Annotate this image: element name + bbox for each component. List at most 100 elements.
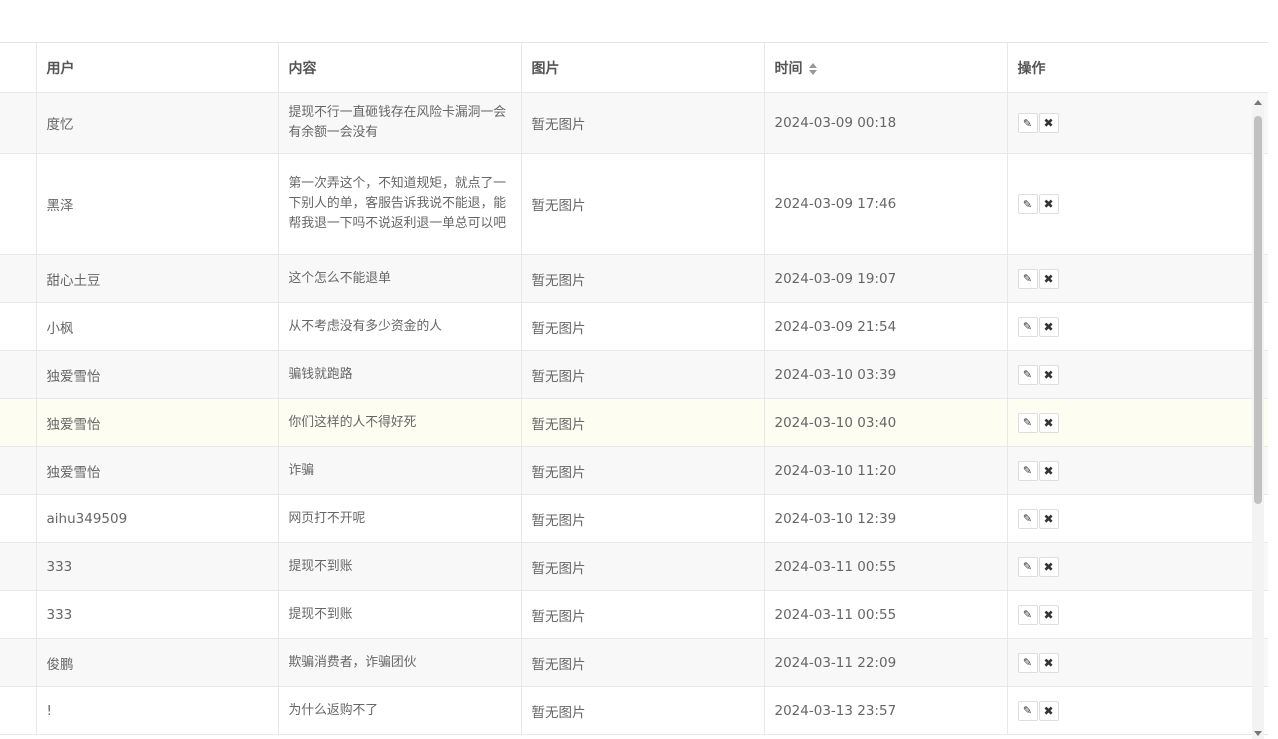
cell-user: aihu349509 (36, 494, 279, 543)
cell-content: 为什么返购不了 (278, 686, 522, 735)
sort-icon[interactable] (808, 62, 818, 76)
table-row: 俊鹏 欺骗消费者，诈骗团伙 暂无图片 2024-03-11 22:09 ✎ ✖ (0, 638, 1268, 687)
close-icon: ✖ (1043, 319, 1054, 334)
edit-button[interactable]: ✎ (1017, 268, 1038, 289)
header-user: 用户 (36, 43, 279, 93)
cell-user: 甜心土豆 (36, 254, 279, 303)
row-actions: ✎ ✖ (1017, 316, 1258, 337)
cell-content: 骗钱就跑路 (278, 350, 522, 399)
cell-content: 第一次弄这个，不知道规矩，就点了一下别人的单，客服告诉我说不能退，能帮我退一下吗… (278, 153, 522, 255)
cell-user: 333 (36, 542, 279, 591)
edit-button[interactable]: ✎ (1017, 113, 1038, 133)
edit-button[interactable]: ✎ (1017, 508, 1038, 529)
cell-actions: ✎ ✖ (1007, 638, 1268, 687)
row-actions: ✎ ✖ (1017, 194, 1258, 214)
top-toolbar (0, 0, 1268, 43)
cell-image: 暂无图片 (521, 590, 765, 639)
pencil-icon: ✎ (1022, 368, 1033, 381)
cell-actions: ✎ ✖ (1007, 542, 1268, 591)
delete-button[interactable]: ✖ (1038, 364, 1059, 385)
cell-time: 2024-03-11 00:55 (764, 590, 1008, 639)
pencil-icon: ✎ (1022, 197, 1033, 211)
row-actions: ✎ ✖ (1017, 268, 1258, 289)
row-actions: ✎ ✖ (1017, 508, 1258, 529)
row-actions: ✎ ✖ (1017, 364, 1258, 385)
delete-button[interactable]: ✖ (1038, 316, 1059, 337)
delete-button[interactable]: ✖ (1038, 113, 1059, 133)
header-content: 内容 (278, 43, 522, 93)
cell-image: 暂无图片 (521, 494, 765, 543)
table-row: 333 提现不到账 暂无图片 2024-03-11 00:55 ✎ ✖ (0, 590, 1268, 639)
edit-button[interactable]: ✎ (1017, 316, 1038, 337)
edit-button[interactable]: ✎ (1017, 652, 1038, 673)
cell-content: 提现不行一直砸钱存在风险卡漏洞一会有余额一会没有 (278, 92, 522, 154)
close-icon: ✖ (1043, 367, 1054, 382)
row-checkbox-cell (0, 638, 37, 687)
scrollbar-thumb[interactable] (1254, 116, 1262, 504)
table-row: 甜心土豆 这个怎么不能退单 暂无图片 2024-03-09 19:07 ✎ ✖ (0, 254, 1268, 303)
scroll-down-arrow-icon[interactable] (1254, 731, 1262, 736)
pencil-icon: ✎ (1022, 608, 1033, 621)
close-icon: ✖ (1043, 703, 1054, 718)
pencil-icon: ✎ (1022, 560, 1033, 573)
cell-content: 网页打不开呢 (278, 494, 522, 543)
edit-button[interactable]: ✎ (1017, 460, 1038, 481)
close-icon: ✖ (1043, 607, 1054, 622)
delete-button[interactable]: ✖ (1038, 194, 1059, 214)
row-actions: ✎ ✖ (1017, 412, 1258, 433)
pencil-icon: ✎ (1022, 416, 1033, 429)
cell-content: 提现不到账 (278, 590, 522, 639)
delete-button[interactable]: ✖ (1038, 412, 1059, 433)
cell-image: 暂无图片 (521, 542, 765, 591)
delete-button[interactable]: ✖ (1038, 700, 1059, 721)
delete-button[interactable]: ✖ (1038, 460, 1059, 481)
cell-time: 2024-03-09 17:46 (764, 153, 1008, 255)
table-row: aihu349509 网页打不开呢 暂无图片 2024-03-10 12:39 ✎ ✖ (0, 494, 1268, 543)
cell-actions: ✎ ✖ (1007, 686, 1268, 735)
cell-user: 独爱雪怡 (36, 350, 279, 399)
delete-button[interactable]: ✖ (1038, 268, 1059, 289)
cell-actions: ✎ ✖ (1007, 590, 1268, 639)
cell-actions: ✎ ✖ (1007, 494, 1268, 543)
cell-actions: ✎ ✖ (1007, 92, 1268, 154)
close-icon: ✖ (1043, 655, 1054, 670)
row-checkbox-cell (0, 398, 37, 447)
close-icon: ✖ (1043, 463, 1054, 478)
close-icon: ✖ (1043, 271, 1054, 286)
edit-button[interactable]: ✎ (1017, 364, 1038, 385)
close-icon: ✖ (1043, 559, 1054, 574)
edit-button[interactable]: ✎ (1017, 700, 1038, 721)
header-time[interactable]: 时间 (764, 43, 1008, 93)
table-container: 用户 内容 图片 时间 操作 度忆 提现不行一直砸钱存在风险卡漏洞一会有余额一会没… (0, 43, 1268, 739)
delete-button[interactable]: ✖ (1038, 652, 1059, 673)
cell-user: ! (36, 686, 279, 735)
cell-content: 你们这样的人不得好死 (278, 398, 522, 447)
delete-button[interactable]: ✖ (1038, 556, 1059, 577)
cell-time: 2024-03-09 00:18 (764, 92, 1008, 154)
header-image: 图片 (521, 43, 765, 93)
edit-button[interactable]: ✎ (1017, 412, 1038, 433)
delete-button[interactable]: ✖ (1038, 508, 1059, 529)
delete-button[interactable]: ✖ (1038, 604, 1059, 625)
cell-actions: ✎ ✖ (1007, 153, 1268, 255)
close-icon: ✖ (1043, 415, 1054, 430)
header-time-label[interactable]: 时间 (775, 61, 803, 77)
vertical-scrollbar[interactable] (1252, 100, 1264, 739)
table-row: 333 提现不到账 暂无图片 2024-03-11 00:55 ✎ ✖ (0, 542, 1268, 591)
header-actions: 操作 (1007, 43, 1268, 93)
cell-time: 2024-03-10 03:39 (764, 350, 1008, 399)
cell-time: 2024-03-10 11:20 (764, 446, 1008, 495)
cell-image: 暂无图片 (521, 153, 765, 255)
scroll-up-arrow-icon[interactable] (1254, 100, 1262, 105)
cell-time: 2024-03-13 23:57 (764, 686, 1008, 735)
row-checkbox-cell (0, 494, 37, 543)
row-actions: ✎ ✖ (1017, 556, 1258, 577)
edit-button[interactable]: ✎ (1017, 604, 1038, 625)
row-actions: ✎ ✖ (1017, 460, 1258, 481)
row-checkbox-cell (0, 350, 37, 399)
edit-button[interactable]: ✎ (1017, 194, 1038, 214)
cell-image: 暂无图片 (521, 446, 765, 495)
feedback-table: 用户 内容 图片 时间 操作 度忆 提现不行一直砸钱存在风险卡漏洞一会有余额一会没… (0, 43, 1268, 735)
edit-button[interactable]: ✎ (1017, 556, 1038, 577)
cell-actions: ✎ ✖ (1007, 254, 1268, 303)
